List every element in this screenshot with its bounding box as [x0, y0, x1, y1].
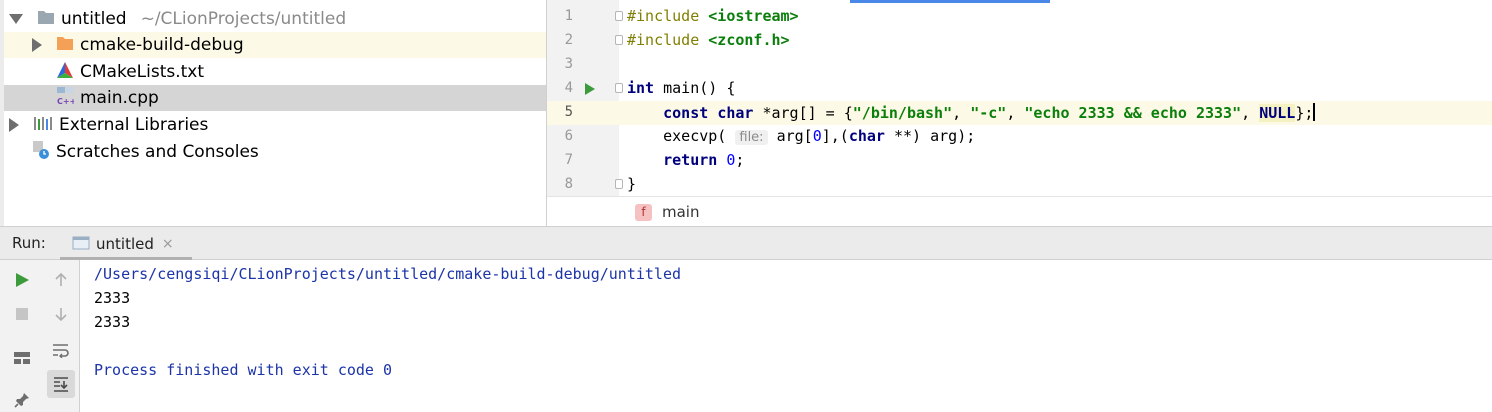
tree-item-cmake-build-debug[interactable]: cmake-build-debug: [4, 32, 546, 58]
tree-item-cmakelists[interactable]: CMakeLists.txt: [4, 59, 546, 85]
line-number: 3: [564, 56, 573, 72]
line-number: 1: [564, 8, 573, 24]
arrow-down-icon: [55, 308, 67, 322]
code-text: #include <zconf.h>: [627, 31, 790, 49]
code-line-6[interactable]: 6 execvp( file: arg[0],(char **) arg);: [547, 125, 1492, 149]
line-number: 4: [564, 80, 573, 96]
tree-item-label: main.cpp: [80, 88, 159, 108]
excluded-folder-icon: [56, 35, 74, 56]
tree-item-external-libraries[interactable]: External Libraries: [4, 112, 546, 138]
run-panel-title: Run:: [12, 234, 46, 252]
code-text: }: [627, 175, 637, 193]
next-occurrence-button[interactable]: [49, 302, 73, 326]
libraries-icon: [33, 115, 53, 136]
console-output[interactable]: /Users/cengsiqi/CLionProjects/untitled/c…: [94, 262, 681, 382]
console-line: Process finished with exit code 0: [94, 361, 393, 379]
soft-wrap-icon: [53, 344, 69, 358]
code-editor[interactable]: 1 #include <iostream> 2 #include <zconf.…: [547, 0, 1492, 227]
arrow-up-icon: [55, 272, 67, 286]
run-panel-header: Run: untitled ×: [0, 226, 1492, 260]
code-line-1[interactable]: 1 #include <iostream>: [547, 5, 1492, 29]
code-line-2[interactable]: 2 #include <zconf.h>: [547, 29, 1492, 53]
code-line-5[interactable]: 5 const char *arg[] = {"/bin/bash", "-c"…: [547, 101, 1492, 125]
tab-label: untitled: [96, 235, 154, 253]
line-number: 2: [564, 32, 573, 48]
parameter-hint: file:: [735, 130, 768, 145]
tree-item-label: cmake-build-debug: [80, 35, 244, 55]
fold-icon[interactable]: [615, 35, 623, 45]
function-badge-icon: f: [635, 203, 652, 221]
pin-tab-button[interactable]: [10, 388, 34, 412]
fold-icon[interactable]: [615, 83, 623, 93]
code-text: execvp( file: arg[0],(char **) arg);: [627, 127, 976, 145]
run-toolbar: [0, 260, 80, 412]
line-number: 6: [564, 128, 573, 144]
breadcrumb-item-main[interactable]: main: [662, 203, 699, 221]
console-icon: [72, 235, 90, 254]
rerun-button[interactable]: [10, 268, 34, 292]
project-path: ~/CLionProjects/untitled: [140, 9, 347, 29]
tree-item-label: Scratches and Consoles: [56, 142, 259, 162]
run-gutter-icon[interactable]: [585, 83, 595, 95]
soft-wrap-button[interactable]: [49, 338, 73, 362]
tree-item-label: untitled: [61, 9, 127, 29]
console-line: 2333: [94, 289, 131, 307]
code-text: #include <iostream>: [627, 7, 799, 25]
play-icon: [16, 273, 29, 287]
fold-icon[interactable]: [615, 179, 623, 189]
chevron-right-icon[interactable]: [9, 118, 19, 132]
chevron-right-icon[interactable]: [32, 38, 42, 52]
cmake-icon: [56, 61, 74, 84]
tab-run-untitled[interactable]: untitled ×: [72, 232, 174, 256]
code-line-8[interactable]: 8 }: [547, 173, 1492, 197]
fold-icon[interactable]: [615, 11, 623, 21]
tree-item-label: CMakeLists.txt: [80, 62, 205, 82]
line-number: 8: [564, 176, 573, 192]
code-text: return 0;: [663, 151, 745, 169]
tree-item-scratches[interactable]: Scratches and Consoles: [4, 139, 546, 165]
close-icon[interactable]: ×: [162, 236, 174, 252]
tree-item-label: External Libraries: [59, 115, 209, 135]
breadcrumb[interactable]: f main: [547, 196, 1492, 227]
project-tool-window: untitled ~/CLionProjects/untitled cmake-…: [0, 0, 547, 226]
line-number: 7: [564, 152, 573, 168]
cpp-file-icon: C++: [56, 86, 76, 111]
console-line: /Users/cengsiqi/CLionProjects/untitled/c…: [94, 265, 681, 283]
pin-icon: [14, 393, 29, 408]
code-line-3[interactable]: 3: [547, 53, 1492, 77]
stop-icon: [16, 308, 28, 320]
code-line-7[interactable]: 7 return 0;: [547, 149, 1492, 173]
folder-icon: [37, 9, 55, 30]
code-text: const char *arg[] = {"/bin/bash", "-c", …: [663, 103, 1316, 122]
active-tab-indicator: [850, 0, 1050, 3]
chevron-down-icon[interactable]: [9, 14, 23, 24]
layout-icon: [14, 352, 30, 364]
previous-occurrence-button[interactable]: [49, 268, 73, 292]
scroll-to-end-button[interactable]: [47, 370, 75, 398]
scroll-to-end-icon: [54, 377, 68, 392]
code-text: int main() {: [627, 79, 736, 97]
text-caret: [1313, 103, 1316, 121]
code-line-4[interactable]: 4 int main() {: [547, 77, 1492, 101]
scratches-icon: [32, 140, 50, 165]
line-number: 5: [564, 104, 573, 120]
tree-item-root[interactable]: untitled ~/CLionProjects/untitled: [4, 6, 546, 32]
svg-text:C++: C++: [57, 97, 74, 106]
tree-item-main-cpp[interactable]: C++ main.cpp: [4, 85, 546, 111]
console-line: 2333: [94, 313, 131, 331]
stop-button[interactable]: [10, 302, 34, 326]
layout-button[interactable]: [10, 346, 34, 370]
